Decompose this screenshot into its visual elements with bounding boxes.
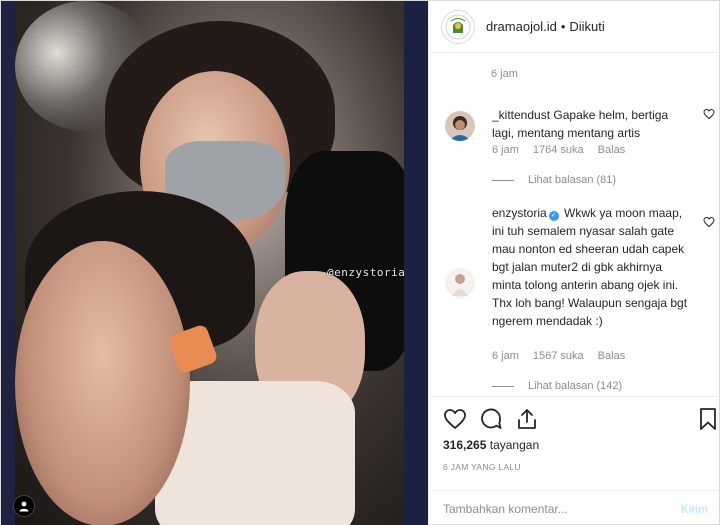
reply-button[interactable]: Balas (598, 144, 626, 156)
replies-line (492, 385, 514, 387)
header-separator: • (560, 19, 566, 34)
reply-button[interactable]: Balas (598, 350, 626, 362)
post-timestamp[interactable]: 6 JAM YANG LALU (443, 462, 521, 472)
post-sidebar: dramaojol.id • Diikuti 6 jam _kittendust (428, 1, 720, 525)
share-icon[interactable] (515, 407, 539, 431)
commenter-avatar[interactable] (445, 111, 475, 141)
heart-icon[interactable] (703, 108, 715, 120)
bookmark-icon[interactable] (696, 407, 720, 431)
account-avatar[interactable] (441, 9, 475, 44)
view-replies-button[interactable]: Lihat balasan (142) (492, 380, 622, 392)
views-label: tayangan (489, 438, 540, 452)
commenter-avatar[interactable] (445, 268, 475, 298)
video-right-border (404, 1, 428, 525)
person-face (15, 241, 190, 525)
views-count[interactable]: 316,265 tayangan (443, 438, 539, 452)
post-video[interactable]: @enzystoria (1, 1, 428, 525)
post-actions: 316,265 tayangan 6 JAM YANG LALU (429, 396, 720, 496)
comment-meta: 6 jam 1764 suka Balas (492, 144, 625, 156)
caption-time[interactable]: 6 jam (491, 68, 518, 80)
video-watermark: @enzystoria (327, 266, 406, 279)
video-left-border (1, 1, 15, 525)
verified-badge-icon: ✓ (548, 211, 559, 221)
comment-text-block: _kittendust Gapake helm, bertiga lagi, m… (492, 106, 692, 142)
comment-time[interactable]: 6 jam (492, 144, 519, 156)
comment-time[interactable]: 6 jam (492, 350, 519, 362)
action-bar (443, 407, 716, 431)
comment-username[interactable]: _kittendust (492, 108, 550, 122)
follow-status[interactable]: Diikuti (569, 19, 604, 34)
comment-input[interactable] (443, 501, 663, 516)
view-replies-label: Lihat balasan (81) (528, 174, 617, 186)
view-replies-button[interactable]: Lihat balasan (81) (492, 174, 616, 186)
comment-username[interactable]: enzystoria (492, 206, 547, 220)
replies-line (492, 179, 514, 181)
comments-list[interactable]: 6 jam _kittendust Gapake helm, bertiga l… (429, 54, 720, 396)
account-username[interactable]: dramaojol.id (486, 19, 557, 34)
comment-text: Wkwk ya moon maap, ini tuh semalem nyasa… (492, 206, 688, 328)
views-number: 316,265 (443, 438, 487, 452)
post-dialog: @enzystoria dramaojol.id • Diikuti 6 jam (0, 0, 720, 525)
add-comment-bar: Kirim (429, 490, 720, 525)
comment-meta: 6 jam 1567 suka Balas (492, 350, 625, 362)
heart-icon[interactable] (703, 216, 715, 228)
comment-icon[interactable] (479, 407, 503, 431)
tagged-user-icon[interactable] (13, 495, 35, 517)
comment-text-block: enzystoria ✓ Wkwk ya moon maap, ini tuh s… (492, 204, 692, 330)
like-heart-icon[interactable] (443, 407, 467, 431)
post-comment-button[interactable]: Kirim (681, 502, 708, 516)
comment-likes[interactable]: 1764 suka (533, 144, 584, 156)
view-replies-label: Lihat balasan (142) (528, 380, 623, 392)
comment-likes[interactable]: 1567 suka (533, 350, 584, 362)
video-frame[interactable]: @enzystoria (15, 1, 415, 525)
post-header: dramaojol.id • Diikuti (429, 1, 720, 53)
